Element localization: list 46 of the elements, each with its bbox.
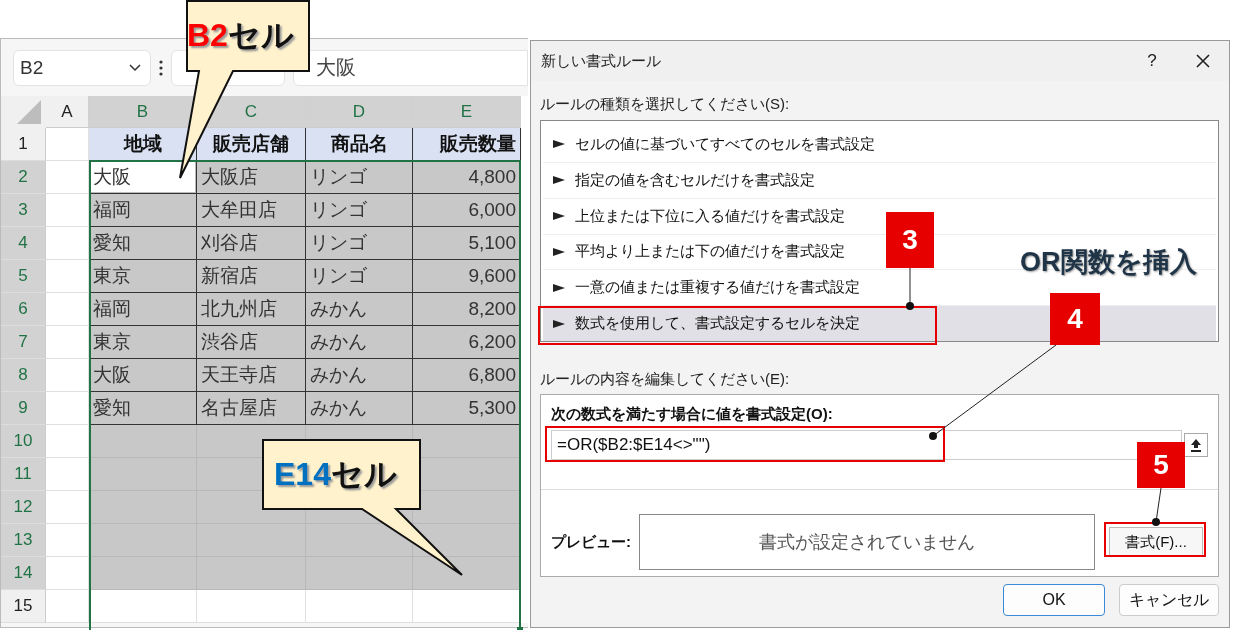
table-cell: みかん [306, 326, 413, 359]
table-cell: 刈谷店 [197, 227, 306, 260]
step-badge-tooltip: 4 [1050, 293, 1100, 345]
table-cell: 渋谷店 [197, 326, 306, 359]
table-cell: 販売店舗 [197, 128, 306, 161]
table-cell: 愛知 [89, 227, 197, 260]
table-cell: みかん [306, 392, 413, 425]
section-label: ルールの内容を編集してください(E): [540, 370, 791, 389]
section-label: ルールの種類を選択してください(S): [540, 95, 791, 114]
table-cell: 名古屋店 [197, 392, 306, 425]
table-cell: 5,100 [413, 227, 521, 260]
callout-text: B2セル [187, 16, 294, 55]
table-cell: 5,300 [413, 392, 521, 425]
table-cell: 愛知 [89, 392, 197, 425]
dialog-title: 新しい書式ルール [541, 51, 662, 71]
table-cell: 商品名 [306, 128, 413, 161]
table-cell: リンゴ [306, 194, 413, 227]
table-cell: 6,200 [413, 326, 521, 359]
table-cell: みかん [306, 293, 413, 326]
table-cell: 6,800 [413, 359, 521, 392]
step-badge-tooltip: 5 [1137, 442, 1185, 488]
annotation-text: OR関数を挿入 [1020, 246, 1197, 279]
table-cell: 大牟田店 [197, 194, 306, 227]
table-cell: 新宿店 [197, 260, 306, 293]
table-cell: 9,600 [413, 260, 521, 293]
step-badge-tooltip: 3 [886, 212, 934, 268]
table-cell: 8,200 [413, 293, 521, 326]
table-cell: リンゴ [306, 260, 413, 293]
table-cell: リンゴ [306, 161, 413, 194]
table-cell: 4,800 [413, 161, 521, 194]
callout-text: E14セル [274, 455, 397, 494]
table-cell: 6,000 [413, 194, 521, 227]
preview-label: プレビュー: [551, 532, 632, 552]
table-cell: 東京 [89, 326, 197, 359]
table-cell: 東京 [89, 260, 197, 293]
formula-label: 次の数式を満たす場合に値を書式設定(O): [551, 405, 834, 424]
table-cell: 天王寺店 [197, 359, 306, 392]
table-cell: 北九州店 [197, 293, 306, 326]
table-cell: 大阪店 [197, 161, 306, 194]
table-cell: 福岡 [89, 293, 197, 326]
table-cell: リンゴ [306, 227, 413, 260]
table-cell: みかん [306, 359, 413, 392]
table-cell: 福岡 [89, 194, 197, 227]
table-cell: 大阪 [89, 359, 197, 392]
preview-box: 書式が設定されていません [639, 514, 1095, 570]
table-cell: 販売数量 [413, 128, 521, 161]
